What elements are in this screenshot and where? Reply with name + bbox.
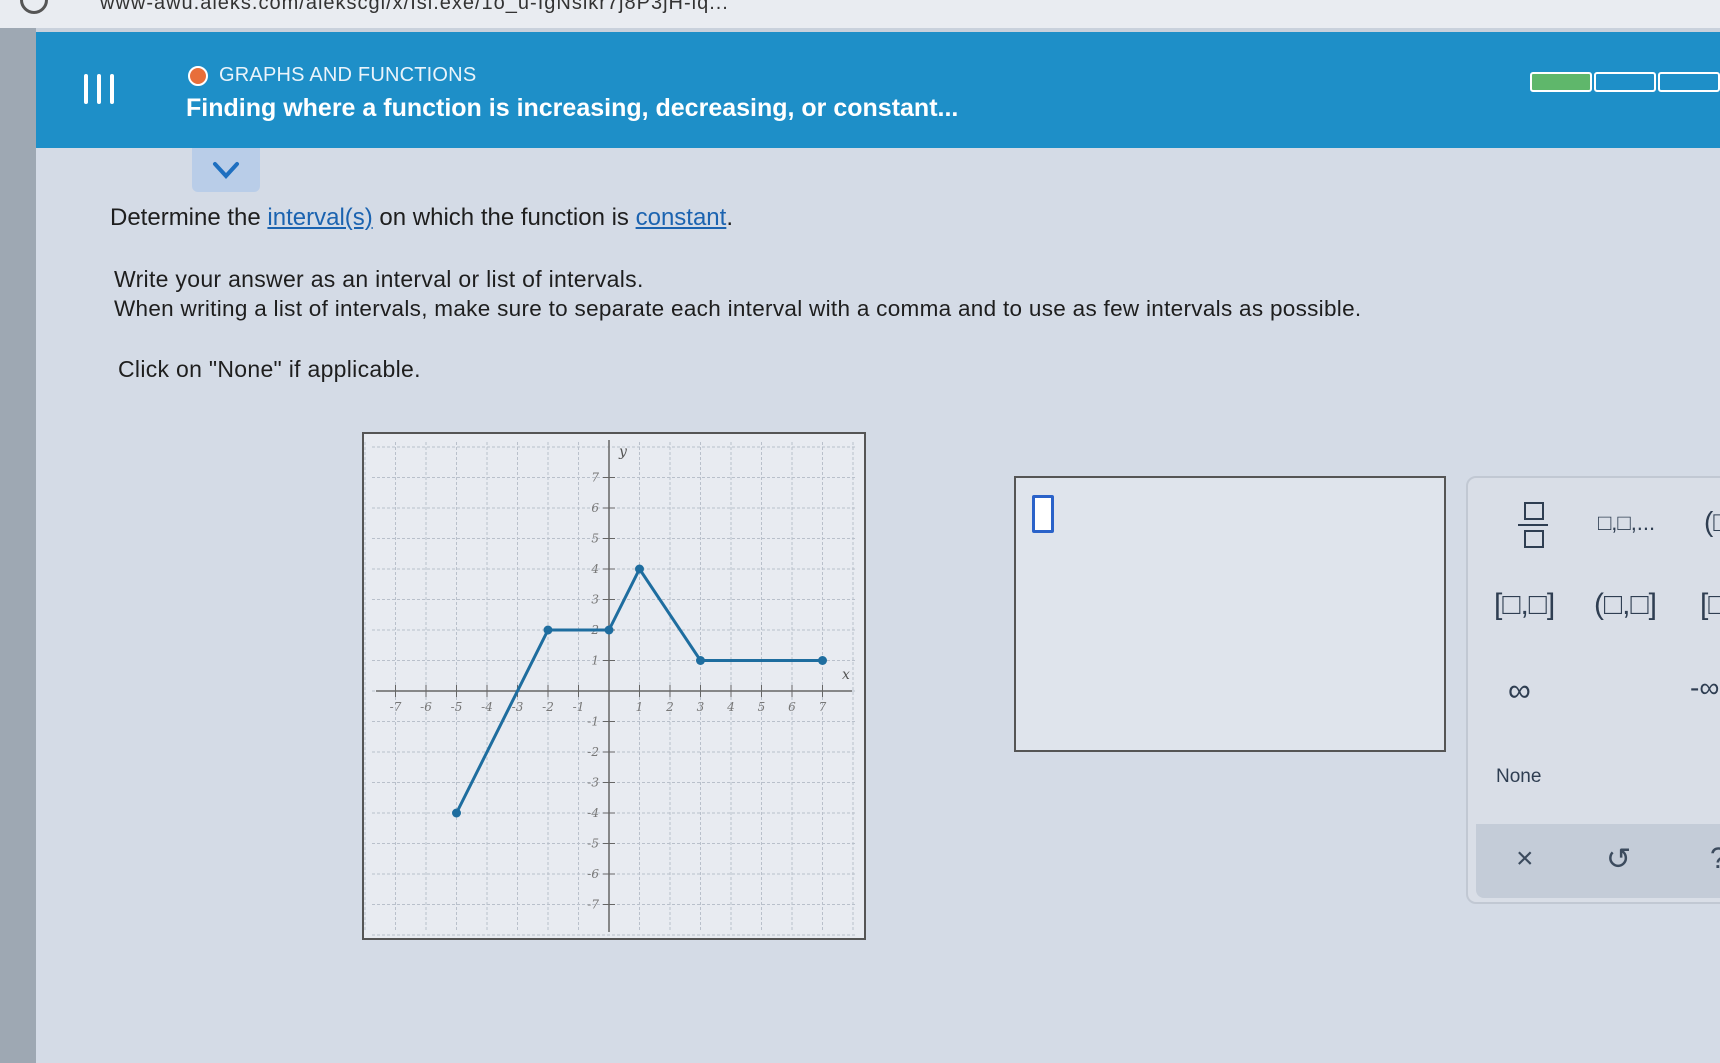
app-header: GRAPHS AND FUNCTIONS Finding where a fun… [36, 32, 1720, 148]
question-suffix: . [726, 204, 733, 231]
progress-segment [1594, 72, 1656, 92]
fraction-button[interactable] [1518, 500, 1548, 550]
topic-status-icon [188, 66, 208, 86]
undo-button[interactable]: ↺ [1606, 842, 1631, 877]
function-point [635, 564, 644, 574]
x-tick-label: 7 [819, 700, 827, 714]
progress-bar [1530, 72, 1720, 92]
y-tick-label: -1 [587, 715, 599, 729]
question-middle: on which the function is [372, 204, 636, 231]
y-tick-label: 3 [591, 593, 599, 607]
x-tick-label: -7 [390, 700, 402, 714]
clear-button[interactable]: × [1516, 842, 1534, 876]
closed-interval-button[interactable]: [□,□] [1494, 588, 1555, 622]
answer-input[interactable] [1014, 476, 1446, 752]
reload-icon[interactable] [20, 0, 48, 14]
url-text[interactable]: www-awu.aleks.com/alekscgi/x/Isl.exe/1o_… [100, 0, 729, 15]
function-graph: -7 -6 -5 -4 -3 -2 -1 1 2 3 4 5 6 7 7 6 5 4 3 2 1 -1 -2 -3 -4 -5 -6… [362, 432, 866, 940]
question-text: Determine the interval(s) on which the f… [110, 204, 733, 232]
help-button[interactable]: ? [1710, 842, 1720, 876]
left-bezel [0, 0, 36, 1063]
x-axis-label: x [842, 667, 850, 683]
interval-link[interactable]: interval(s) [267, 204, 372, 231]
x-tick-label: -5 [451, 700, 463, 714]
y-tick-label: -6 [587, 867, 599, 881]
instruction-line-2: When writing a list of intervals, make s… [114, 296, 1362, 321]
y-tick-label: -5 [587, 837, 599, 851]
function-point [604, 625, 614, 635]
y-tick-label: -7 [587, 898, 599, 912]
list-button[interactable]: □,□,... [1598, 510, 1655, 536]
y-tick-label: 4 [590, 562, 599, 576]
x-tick-label: 3 [697, 700, 705, 714]
x-tick-label: 6 [788, 700, 796, 714]
y-tick-label: -2 [587, 745, 599, 759]
infinity-button[interactable]: ∞ [1508, 672, 1531, 709]
open-interval-button[interactable]: (□ [1704, 506, 1720, 538]
half-open-interval-button[interactable]: (□,□] [1594, 588, 1657, 622]
y-axis-label: y [618, 444, 628, 460]
y-tick-label: 5 [591, 532, 599, 546]
menu-icon[interactable] [84, 74, 116, 104]
x-tick-label: -4 [481, 700, 493, 714]
instruction-line-3: Click on "None" if applicable. [118, 356, 421, 382]
y-tick-label: -3 [587, 776, 599, 790]
topic-title: Finding where a function is increasing, … [186, 94, 959, 122]
browser-address-bar[interactable]: www-awu.aleks.com/alekscgi/x/Isl.exe/1o_… [0, 0, 1720, 28]
question-prefix: Determine the [110, 204, 268, 231]
x-tick-label: 2 [665, 700, 674, 714]
y-tick-label: 7 [591, 471, 599, 485]
none-button[interactable]: None [1496, 766, 1541, 788]
answer-placeholder-box[interactable] [1032, 495, 1054, 533]
constant-link[interactable]: constant [636, 204, 727, 231]
x-tick-label: -1 [573, 700, 585, 714]
math-keypad: □,□,... (□ [□,□] (□,□] [□ ∞ -∞ None × ↺ … [1466, 476, 1720, 904]
progress-segment [1658, 72, 1720, 92]
keypad-footer: × ↺ ? [1476, 824, 1720, 898]
function-point [452, 808, 461, 818]
negative-infinity-button[interactable]: -∞ [1690, 672, 1719, 704]
chevron-down-icon [213, 162, 239, 179]
x-tick-label: 4 [726, 700, 735, 714]
x-tick-label: -6 [420, 700, 432, 714]
collapse-toggle[interactable] [192, 148, 260, 192]
instruction-line-1: Write your answer as an interval or list… [114, 266, 644, 292]
function-point [818, 656, 827, 665]
y-tick-label: 6 [591, 501, 599, 515]
graph-canvas: -7 -6 -5 -4 -3 -2 -1 1 2 3 4 5 6 77654321-1-2-3-4-5-6… [364, 440, 856, 936]
x-tick-label: 5 [758, 700, 766, 714]
bracket-interval-button[interactable]: [□ [1700, 588, 1720, 622]
y-tick-label: -4 [587, 806, 599, 820]
x-tick-label: -2 [542, 700, 554, 714]
section-label: GRAPHS AND FUNCTIONS [219, 64, 477, 86]
function-point [543, 625, 553, 635]
function-point [696, 656, 705, 665]
x-tick-label: 1 [636, 700, 644, 714]
progress-segment [1530, 72, 1592, 92]
y-tick-label: 1 [591, 654, 599, 668]
